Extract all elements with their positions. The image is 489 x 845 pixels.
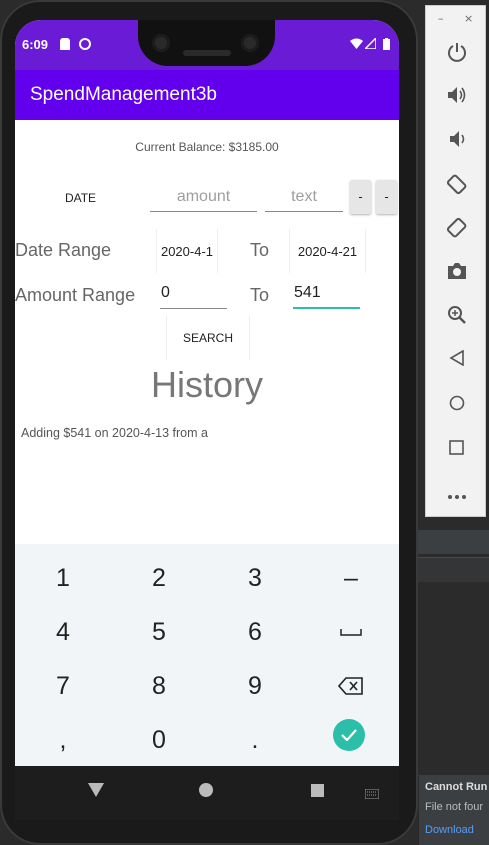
data-saver-icon — [79, 38, 91, 53]
back-icon[interactable] — [426, 349, 487, 371]
front-camera — [152, 34, 170, 52]
notification-toast: Cannot Run File not four Download — [419, 775, 489, 845]
emulator-sidebar: – × — [425, 5, 486, 517]
home-nav-icon[interactable] — [199, 782, 213, 801]
key-comma[interactable]: , — [15, 713, 111, 767]
to-label: To — [250, 240, 270, 260]
earpiece — [183, 50, 231, 56]
backspace-key[interactable] — [303, 659, 399, 713]
volume-up-icon[interactable] — [426, 86, 487, 109]
app-title: SpendManagement3b — [30, 84, 217, 105]
amount-input[interactable]: amount — [150, 188, 257, 212]
key-9[interactable]: 9 — [207, 659, 303, 713]
front-camera — [241, 34, 259, 52]
key-1[interactable]: 1 — [15, 551, 111, 605]
key-8[interactable]: 8 — [111, 659, 207, 713]
date-range-label: Date Range — [15, 240, 112, 260]
overview-icon[interactable] — [426, 439, 487, 460]
key-minus[interactable]: – — [303, 551, 399, 605]
current-balance: Current Balance: $3185.00 — [135, 140, 279, 154]
home-icon[interactable] — [426, 395, 487, 416]
sd-card-icon — [60, 38, 70, 53]
key-period[interactable]: . — [207, 713, 303, 767]
notification-title: Cannot Run — [425, 781, 488, 793]
download-link[interactable]: Download — [425, 824, 474, 836]
key-6[interactable]: 6 — [207, 605, 303, 659]
key-7[interactable]: 7 — [15, 659, 111, 713]
camera-icon[interactable] — [426, 262, 487, 285]
text-input[interactable]: text — [265, 188, 343, 212]
date-to-button[interactable]: 2020-4-21 — [289, 229, 366, 273]
space-key[interactable] — [303, 605, 399, 659]
device-frame: 6:09 SpendManagement3b Current Balance: … — [0, 0, 418, 845]
key-3[interactable]: 3 — [207, 551, 303, 605]
history-heading: History — [150, 364, 263, 405]
status-time: 6:09 — [22, 37, 49, 52]
checkmark-icon — [341, 729, 357, 741]
search-button[interactable]: SEARCH — [166, 316, 250, 360]
notification-message: File not four — [425, 801, 484, 813]
back-nav-icon[interactable] — [88, 782, 104, 801]
camera-notch — [138, 20, 275, 66]
close-button[interactable]: × — [464, 12, 473, 25]
rotate-right-icon[interactable] — [426, 217, 487, 244]
signal-icon — [363, 36, 377, 52]
confirm-key[interactable] — [333, 719, 365, 751]
backspace-icon — [338, 677, 363, 695]
amount-range-label: Amount Range — [15, 285, 136, 305]
more-icon[interactable] — [426, 484, 487, 505]
amount-to-input[interactable]: 541 — [293, 284, 360, 309]
wifi-icon — [350, 38, 363, 52]
volume-down-icon[interactable] — [426, 130, 487, 153]
key-0[interactable]: 0 — [111, 713, 207, 767]
space-icon — [340, 629, 362, 636]
battery-icon — [383, 38, 390, 53]
key-4[interactable]: 4 — [15, 605, 111, 659]
minimize-button[interactable]: – — [438, 12, 444, 25]
overview-nav-icon[interactable] — [311, 782, 324, 801]
date-button[interactable]: DATE — [43, 178, 118, 218]
keyboard-switch-icon[interactable] — [364, 784, 380, 803]
device-screen: 6:09 SpendManagement3b Current Balance: … — [15, 20, 399, 820]
amount-from-input[interactable]: 0 — [160, 284, 227, 309]
power-icon[interactable] — [426, 42, 487, 67]
small-button[interactable]: - — [350, 180, 371, 214]
history-entry: Adding $541 on 2020-4-13 from a — [21, 426, 208, 440]
date-from-button[interactable]: 2020-4-1 — [156, 229, 218, 273]
small-button[interactable]: - — [376, 180, 397, 214]
zoom-icon[interactable] — [426, 305, 487, 330]
navigation-bar — [15, 766, 399, 820]
rotate-left-icon[interactable] — [426, 173, 487, 200]
to-label: To — [250, 285, 270, 305]
key-5[interactable]: 5 — [111, 605, 207, 659]
key-2[interactable]: 2 — [111, 551, 207, 605]
